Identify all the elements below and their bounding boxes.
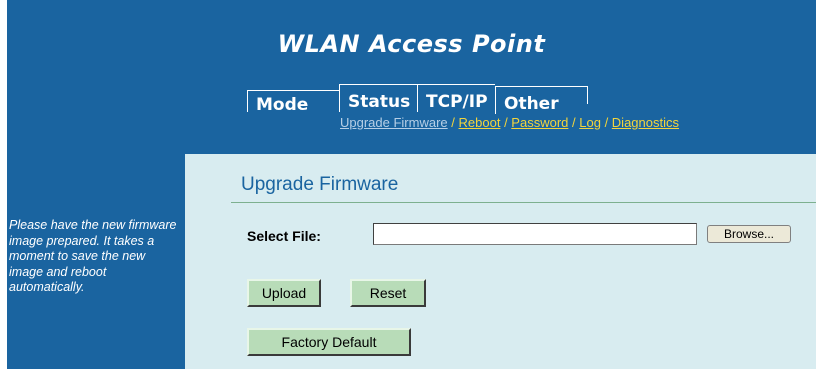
app-frame: WLAN Access Point Mode Status TCP/IP Oth…	[7, 0, 816, 369]
subnav-separator: /	[604, 115, 612, 130]
subnav-reboot-link[interactable]: Reboot	[459, 115, 501, 130]
page-header-title: WLAN Access Point	[277, 30, 546, 58]
subnav-separator: /	[451, 115, 459, 130]
select-file-label: Select File:	[247, 228, 321, 244]
reset-button[interactable]: Reset	[350, 279, 426, 307]
file-path-input[interactable]	[373, 223, 697, 245]
upload-button[interactable]: Upload	[247, 279, 321, 307]
subnav-diagnostics-link[interactable]: Diagnostics	[612, 115, 679, 130]
factory-default-button[interactable]: Factory Default	[247, 328, 411, 356]
sidebar-help-text: Please have the new firmware image prepa…	[9, 218, 177, 294]
tab-status[interactable]: Status	[339, 84, 417, 112]
tab-mode[interactable]: Mode	[247, 90, 339, 115]
subnav: Upgrade Firmware / Reboot / Password / L…	[340, 115, 679, 130]
page-title: Upgrade Firmware	[241, 174, 399, 195]
tab-tcpip[interactable]: TCP/IP	[417, 84, 495, 112]
tab-divider	[587, 86, 588, 104]
subnav-password-link[interactable]: Password	[511, 115, 568, 130]
tab-other[interactable]: Other	[495, 86, 587, 114]
main-content-panel: Upgrade Firmware Select File: Browse... …	[185, 154, 816, 369]
subnav-log-link[interactable]: Log	[579, 115, 601, 130]
browse-button[interactable]: Browse...	[707, 225, 791, 243]
title-divider	[231, 202, 816, 203]
subnav-upgrade-firmware[interactable]: Upgrade Firmware	[340, 115, 448, 130]
